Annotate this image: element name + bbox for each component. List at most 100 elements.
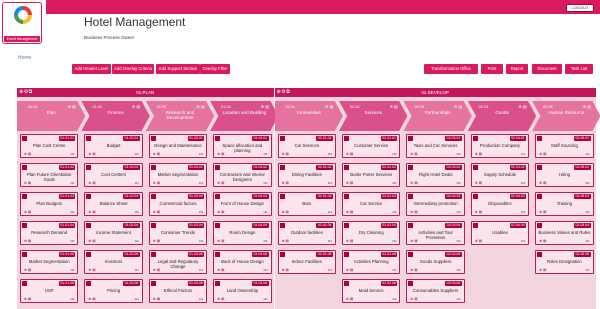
card-more-icon[interactable]: ••• <box>585 239 589 243</box>
card-more-icon[interactable]: ••• <box>70 297 74 301</box>
card-more-icon[interactable]: ••• <box>135 181 139 185</box>
process-arrow[interactable]: 02.04 ⊕ ▤ Goods <box>467 101 537 131</box>
process-card[interactable]: 01.02.04 Income Statement ⊕ ▤ ••• <box>84 221 143 245</box>
process-card[interactable]: 02.05.02 Hiring ⊕ ▤ ••• <box>535 163 594 187</box>
card-more-icon[interactable]: ••• <box>392 152 396 156</box>
process-card[interactable]: 01.02.01 Budget ⊕ ▤ ••• <box>84 134 143 158</box>
process-card[interactable]: 02.04.01 Production Company ⊕ ▤ ••• <box>470 134 530 158</box>
process-arrow[interactable]: 02.02 ⊕ ▤ Services <box>339 101 408 131</box>
card-more-icon[interactable]: ••• <box>585 152 589 156</box>
process-card[interactable]: 01.04.03 Front of House Design ⊕ ▤ ••• <box>213 192 272 216</box>
process-tools-icon[interactable]: ⊕ ▤ <box>583 104 591 109</box>
card-tools-icon[interactable]: ⊕ ▤ <box>217 181 224 185</box>
toolbar-right-button-2[interactable]: Print <box>481 64 503 74</box>
card-more-icon[interactable]: ••• <box>135 239 139 243</box>
process-card[interactable]: 02.03.03 Intermediary promotion ⊕ ▤ ••• <box>406 192 465 216</box>
card-more-icon[interactable]: ••• <box>135 268 139 272</box>
process-card[interactable]: 02.03.02 Flight Hotel Deals ⊕ ▤ ••• <box>406 163 465 187</box>
process-arrow[interactable]: 01.01 ⊕ ▤ Plan <box>17 101 86 131</box>
process-card[interactable]: 02.03.06 Consumables Suppliers ⊕ ▤ ••• <box>406 279 465 303</box>
card-more-icon[interactable]: ••• <box>328 210 332 214</box>
process-card[interactable]: 01.04.01 Space allocation and planning ⊕ ▤… <box>213 134 272 158</box>
process-card[interactable]: 01.03.03 Commercial factors ⊕ ▤ ••• <box>148 192 208 216</box>
process-card[interactable]: 02.01.01 Car Services ⊕ ▤ ••• <box>277 134 336 158</box>
process-tools-icon[interactable]: ⊕ ▤ <box>454 104 462 109</box>
card-more-icon[interactable]: ••• <box>457 239 461 243</box>
card-more-icon[interactable]: ••• <box>392 181 396 185</box>
process-card[interactable]: 01.02.05 Investors ⊕ ▤ ••• <box>84 250 143 274</box>
process-card[interactable]: 02.04.03 Disposables ⊕ ▤ ••• <box>470 192 530 216</box>
process-card[interactable]: 01.03.02 Market Segmentation ⊕ ▤ ••• <box>148 163 208 187</box>
process-card[interactable]: 01.01.04 Research Demand ⊕ ▤ ••• <box>20 221 79 245</box>
card-tools-icon[interactable]: ⊕ ▤ <box>282 152 289 156</box>
card-tools-icon[interactable]: ⊕ ▤ <box>410 181 417 185</box>
process-card[interactable]: 02.03.01 Taxis and Car Services ⊕ ▤ ••• <box>406 134 465 158</box>
card-tools-icon[interactable]: ⊕ ▤ <box>153 297 160 301</box>
card-tools-icon[interactable]: ⊕ ▤ <box>410 239 417 243</box>
process-card[interactable]: 01.04.06 Land Ownership ⊕ ▤ ••• <box>213 279 272 303</box>
card-tools-icon[interactable]: ⊕ ▤ <box>88 239 95 243</box>
card-tools-icon[interactable]: ⊕ ▤ <box>217 239 224 243</box>
process-card[interactable]: 02.03.05 Goods Suppliers ⊕ ▤ ••• <box>406 250 465 274</box>
process-card[interactable]: 02.05.05 Roles Designation ⊕ ▤ ••• <box>535 250 594 274</box>
card-tools-icon[interactable]: ⊕ ▤ <box>24 268 31 272</box>
card-tools-icon[interactable]: ⊕ ▤ <box>88 268 95 272</box>
process-arrow[interactable]: 01.04 ⊕ ▤ Location and Building <box>210 101 279 131</box>
process-tools-icon[interactable]: ⊕ ▤ <box>132 104 140 109</box>
toolbar-button-4[interactable]: Overlay Filter <box>200 64 230 74</box>
card-more-icon[interactable]: ••• <box>263 181 267 185</box>
card-more-icon[interactable]: ••• <box>328 239 332 243</box>
process-arrow[interactable]: 01.02 ⊕ ▤ Finance <box>81 101 150 131</box>
card-tools-icon[interactable]: ⊕ ▤ <box>24 210 31 214</box>
process-arrow[interactable]: 01.03 ⊕ ▤ Research and Development <box>145 101 215 131</box>
process-card[interactable]: 02.01.02 Dining Facilities ⊕ ▤ ••• <box>277 163 336 187</box>
card-more-icon[interactable]: ••• <box>585 181 589 185</box>
toolbar-right-button-3[interactable]: Report <box>506 64 528 74</box>
card-tools-icon[interactable]: ⊕ ▤ <box>475 152 482 156</box>
card-tools-icon[interactable]: ⊕ ▤ <box>539 210 546 214</box>
toolbar-button-2[interactable]: Add Overlay Criteria <box>112 64 154 74</box>
card-more-icon[interactable]: ••• <box>135 152 139 156</box>
card-tools-icon[interactable]: ⊕ ▤ <box>539 268 546 272</box>
process-card[interactable]: 02.02.02 Butler Porter Services ⊕ ▤ ••• <box>342 163 401 187</box>
process-card[interactable]: 02.01.03 Bars ⊕ ▤ ••• <box>277 192 336 216</box>
card-more-icon[interactable]: ••• <box>328 181 332 185</box>
process-card[interactable]: 02.05.03 Training ⊕ ▤ ••• <box>535 192 594 216</box>
card-tools-icon[interactable]: ⊕ ▤ <box>282 210 289 214</box>
card-more-icon[interactable]: ••• <box>70 181 74 185</box>
process-card[interactable]: 01.04.02 Contractors and Interior Designe… <box>213 163 272 187</box>
card-tools-icon[interactable]: ⊕ ▤ <box>153 268 160 272</box>
card-tools-icon[interactable]: ⊕ ▤ <box>539 152 546 156</box>
card-tools-icon[interactable]: ⊕ ▤ <box>88 152 95 156</box>
card-tools-icon[interactable]: ⊕ ▤ <box>346 210 353 214</box>
toolbar-right-button-4[interactable]: Document <box>532 64 562 74</box>
card-more-icon[interactable]: ••• <box>457 268 461 272</box>
card-more-icon[interactable]: ••• <box>457 297 461 301</box>
process-card[interactable]: 02.02.05 Activities Planning ⊕ ▤ ••• <box>342 250 401 274</box>
card-tools-icon[interactable]: ⊕ ▤ <box>475 181 482 185</box>
card-tools-icon[interactable]: ⊕ ▤ <box>88 181 95 185</box>
card-tools-icon[interactable]: ⊕ ▤ <box>88 210 95 214</box>
card-more-icon[interactable]: ••• <box>199 210 203 214</box>
process-card[interactable]: 02.04.04 Usables ⊕ ▤ ••• <box>470 221 530 245</box>
process-card[interactable]: 01.01.01 Plan Cost Centre ⊕ ▤ ••• <box>20 134 79 158</box>
card-more-icon[interactable]: ••• <box>199 239 203 243</box>
card-more-icon[interactable]: ••• <box>70 152 74 156</box>
card-tools-icon[interactable]: ⊕ ▤ <box>410 152 417 156</box>
toolbar-button-1[interactable]: Add Header Level <box>72 64 111 74</box>
card-more-icon[interactable]: ••• <box>135 297 139 301</box>
card-more-icon[interactable]: ••• <box>70 239 74 243</box>
process-card[interactable]: 01.03.05 Legal and Regulatory Change ⊕ ▤ ••… <box>148 250 208 274</box>
toolbar-right-button-5[interactable]: Task List <box>565 64 593 74</box>
card-more-icon[interactable]: ••• <box>263 210 267 214</box>
process-card[interactable]: 02.02.01 Customer Service ⊕ ▤ ••• <box>342 134 401 158</box>
card-tools-icon[interactable]: ⊕ ▤ <box>410 210 417 214</box>
card-more-icon[interactable]: ••• <box>457 181 461 185</box>
process-tools-icon[interactable]: ⊕ ▤ <box>518 104 526 109</box>
card-tools-icon[interactable]: ⊕ ▤ <box>539 181 546 185</box>
process-card[interactable]: 01.03.04 Consumer Trends ⊕ ▤ ••• <box>148 221 208 245</box>
process-tools-icon[interactable]: ⊕ ▤ <box>325 104 333 109</box>
card-tools-icon[interactable]: ⊕ ▤ <box>153 210 160 214</box>
card-more-icon[interactable]: ••• <box>263 297 267 301</box>
card-tools-icon[interactable]: ⊕ ▤ <box>24 239 31 243</box>
